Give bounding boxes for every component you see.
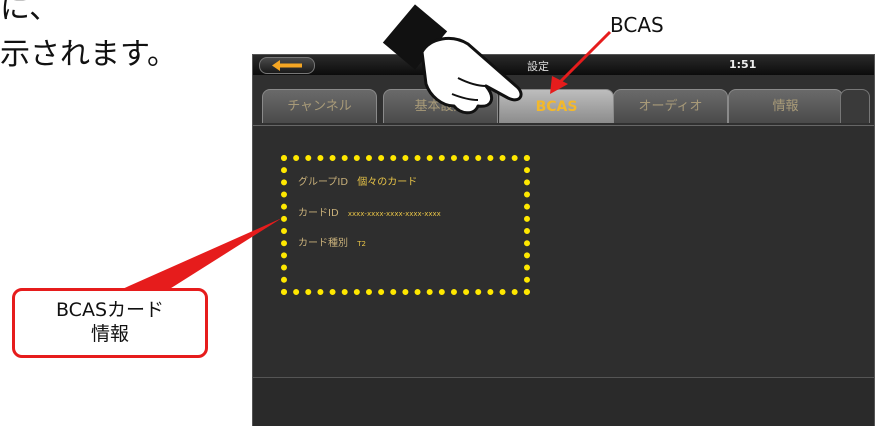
bcas-arrow-line	[558, 30, 612, 84]
callout-line-1: BCASカード	[55, 299, 165, 322]
bcas-card-info-callout: BCASカード 情報	[12, 288, 208, 358]
pointing-hand-icon	[382, 4, 523, 115]
annotation-overlay	[120, 4, 612, 290]
callout-line-2: 情報	[90, 323, 129, 345]
callout-pointer	[120, 218, 282, 290]
bcas-pointer-label: BCAS	[610, 13, 664, 37]
